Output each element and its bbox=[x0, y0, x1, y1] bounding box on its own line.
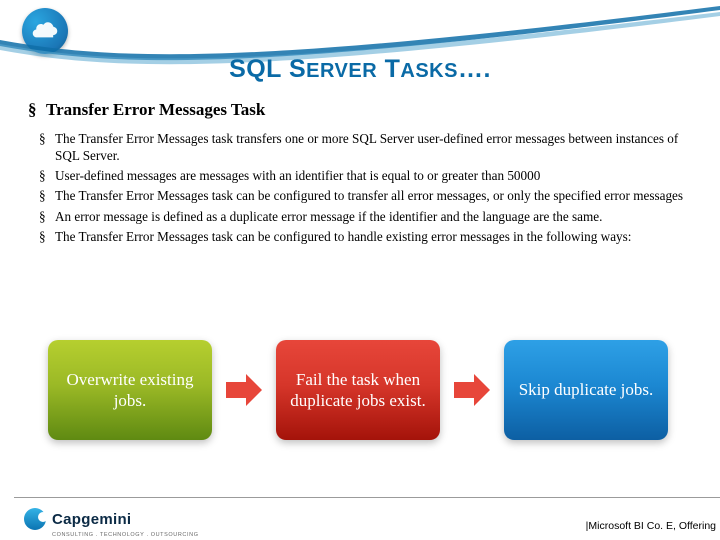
footer-divider bbox=[14, 497, 720, 498]
bullet-list: The Transfer Error Messages task transfe… bbox=[28, 130, 700, 245]
list-item: User-defined messages are messages with … bbox=[55, 167, 700, 184]
title-part: …. bbox=[458, 55, 491, 83]
cloud-icon bbox=[31, 22, 59, 40]
arrow-icon bbox=[224, 372, 264, 408]
title-part: ASKS bbox=[400, 60, 458, 82]
list-item: The Transfer Error Messages task can be … bbox=[55, 187, 700, 204]
title-part: ERVER bbox=[306, 60, 377, 82]
cloud-badge-icon bbox=[22, 8, 68, 54]
card-fail: Fail the task when duplicate jobs exist. bbox=[276, 340, 440, 440]
page-title: SQL SERVER TASKS…. bbox=[0, 55, 720, 84]
title-part: T bbox=[377, 55, 400, 83]
arrow-icon bbox=[452, 372, 492, 408]
list-item: The Transfer Error Messages task transfe… bbox=[55, 130, 700, 164]
list-item: The Transfer Error Messages task can be … bbox=[55, 228, 700, 245]
brand-logo-text: Capgemini bbox=[52, 511, 131, 528]
brand-logo-tagline: CONSULTING . TECHNOLOGY . OUTSOURCING bbox=[52, 532, 199, 538]
brand-logo: Capgemini bbox=[24, 508, 131, 530]
card-row: Overwrite existing jobs. Fail the task w… bbox=[48, 340, 702, 440]
title-part: SQL S bbox=[229, 55, 306, 83]
section-subhead: Transfer Error Messages Task bbox=[28, 100, 700, 120]
card-skip: Skip duplicate jobs. bbox=[504, 340, 668, 440]
content-area: Transfer Error Messages Task The Transfe… bbox=[28, 100, 700, 248]
card-overwrite: Overwrite existing jobs. bbox=[48, 340, 212, 440]
footer-right-text: |Microsoft BI Co. E, Offering bbox=[586, 520, 716, 532]
list-item: An error message is defined as a duplica… bbox=[55, 208, 700, 225]
brand-logo-mark-icon bbox=[24, 508, 46, 530]
